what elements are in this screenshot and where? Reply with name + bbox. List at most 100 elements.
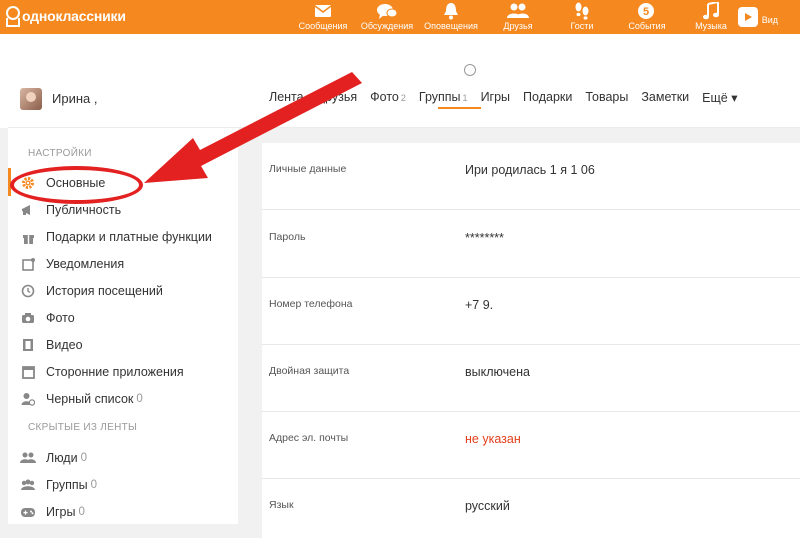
people-icon [20,450,36,466]
setting-password[interactable]: Пароль ******** [262,211,800,278]
setting-label: Адрес эл. почты [269,432,349,444]
gamepad-icon [20,504,36,520]
nav-notifications[interactable]: Оповещения [424,0,478,34]
sidebar-item-label: Уведомления [46,257,125,271]
notification-square-icon [20,256,36,272]
sub-bar [0,34,800,80]
sidebar-item-label: Подарки и платные функции [46,230,212,244]
setting-label: Язык [269,499,294,511]
profile-tabs: Лента Друзья Фото 2 Группы 1 Игры Подарки … [269,90,751,105]
tab-friends[interactable]: Друзья [317,90,358,105]
sidebar-item-apps[interactable]: Сторонние приложения [20,362,184,382]
sidebar-item-photo[interactable]: Фото [20,308,75,328]
sidebar-item-label: Группы [46,478,88,492]
nav-label: Друзья [503,21,533,31]
video-play-icon [738,7,758,27]
sidebar-section-hidden: СКРЫТЫЕ ИЗ ЛЕНТЫ [28,422,138,433]
setting-value: выключена [465,365,530,379]
nav-messages[interactable]: Сообщения [298,0,348,34]
camera-icon [20,310,36,326]
sidebar-item-count: 0 [78,506,85,518]
setting-phone[interactable]: Номер телефона +7 9. [262,278,800,345]
tab-count: 1 [462,93,468,103]
blocked-user-icon [20,391,36,407]
history-icon [20,283,36,299]
events-badge: 5 [643,6,649,18]
top-bar: одноклассники Сообщения Обсуждения Опове… [0,0,800,34]
tab-count: 2 [400,93,406,103]
envelope-icon [314,2,332,20]
sidebar-item-blacklist[interactable]: Черный список 0 [20,389,143,409]
megaphone-icon [20,202,36,218]
sidebar-item-count: 0 [136,393,143,405]
setting-label: Личные данные [269,163,347,175]
setting-value: Ири родилась 1 я 1 06 [465,163,595,177]
sidebar-item-label: Публичность [46,203,122,217]
film-icon [20,337,36,353]
tab-gifts[interactable]: Подарки [523,90,572,105]
sidebar-item-gifts[interactable]: Подарки и платные функции [20,227,212,247]
setting-language[interactable]: Язык русский [262,479,800,538]
sidebar-item-notifications[interactable]: Уведомления [20,254,124,274]
sidebar-item-label: История посещений [46,284,163,298]
friends-icon [506,2,530,20]
nav-label: События [628,21,666,31]
nav-label: Гости [570,21,594,31]
nav-guests[interactable]: Гости [567,0,597,34]
apps-icon [20,364,36,380]
setting-value: не указан [465,432,521,446]
nav-label: Обсуждения [360,21,414,31]
nav-video[interactable]: Вид [738,0,778,34]
sidebar-item-count: 0 [80,452,87,464]
tab-feed[interactable]: Лента [269,90,304,105]
nav-label: Музыка [695,21,727,31]
ok-logo-icon [5,6,20,26]
setting-value: ******** [465,231,504,245]
setting-two-factor[interactable]: Двойная защита выключена [262,345,800,412]
user-name[interactable]: Ирина , [52,91,97,106]
nav-music[interactable]: Музыка [694,0,728,34]
setting-value: +7 9. [465,298,494,312]
tab-more[interactable]: Ещё ▾ [702,90,737,105]
setting-label: Пароль [269,231,306,243]
sidebar-item-label: Люди [46,451,78,465]
setting-label: Двойная защита [269,365,350,377]
sidebar-item-label: Игры [46,505,76,519]
nav-friends[interactable]: Друзья [502,0,534,34]
sidebar-item-hidden-groups[interactable]: Группы 0 [20,475,97,495]
tab-games[interactable]: Игры [481,90,510,105]
avatar[interactable] [20,88,42,110]
music-note-icon [703,2,719,20]
scroll-indicator-icon [464,64,476,76]
groups-icon [20,477,36,493]
nav-label: Оповещения [424,21,478,31]
tab-groups[interactable]: Группы 1 [419,90,468,105]
nav-label: Вид [761,15,778,25]
sidebar-item-video[interactable]: Видео [20,335,83,355]
setting-value: русский [465,499,510,513]
gift-icon [20,229,36,245]
sidebar-item-hidden-people[interactable]: Люди 0 [20,448,87,468]
nav-discussions[interactable]: Обсуждения [361,0,413,34]
sidebar-item-label: Сторонние приложения [46,365,184,379]
events-icon: 5 [637,2,657,20]
tab-goods[interactable]: Товары [585,90,628,105]
profile-header: Ирина , Лента Друзья Фото 2 Группы 1 Игры … [8,80,800,128]
ok-logo[interactable]: одноклассники [5,6,126,26]
sidebar-item-label: Фото [46,311,75,325]
nav-events[interactable]: 5 События [628,0,666,34]
sidebar-item-history[interactable]: История посещений [20,281,163,301]
logo-text: одноклассники [22,8,126,24]
tab-notes[interactable]: Заметки [641,90,689,105]
setting-email[interactable]: Адрес эл. почты не указан [262,412,800,479]
sidebar-item-count: 0 [90,479,98,491]
active-tab-underline [438,107,481,109]
tab-photo[interactable]: Фото 2 [370,90,406,105]
setting-personal-data[interactable]: Личные данные Ири родилась 1 я 1 06 [262,143,800,210]
bell-icon [443,2,459,20]
sidebar-item-label: Черный список [46,392,134,406]
sidebar-section-settings: НАСТРОЙКИ [28,148,92,159]
nav-label: Сообщения [298,21,348,31]
chat-bubbles-icon [376,2,398,20]
sidebar-item-hidden-games[interactable]: Игры 0 [20,502,85,522]
